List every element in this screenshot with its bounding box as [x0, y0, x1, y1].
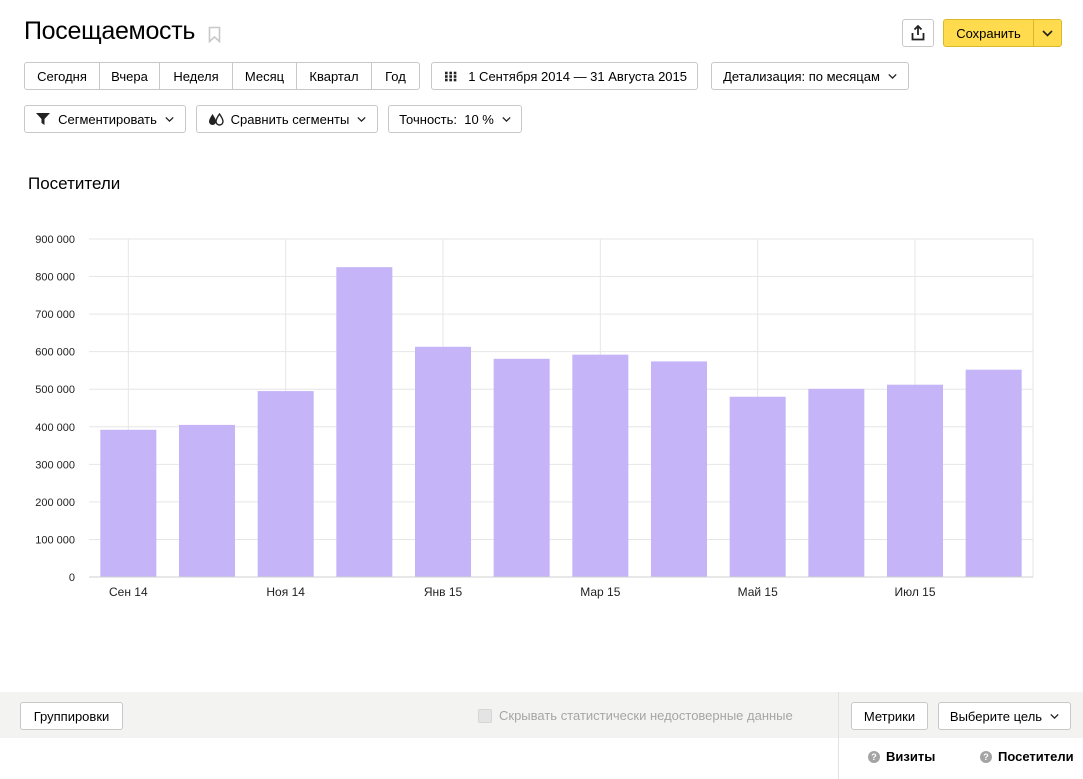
y-tick-label: 100 000 [35, 534, 75, 546]
y-tick-label: 400 000 [35, 422, 75, 434]
date-range-label: 1 Сентября 2014 — 31 Августа 2015 [468, 68, 687, 84]
save-button[interactable]: Сохранить [943, 19, 1034, 47]
bar [179, 424, 235, 577]
compare-label: Сравнить сегменты [230, 111, 350, 127]
bar [887, 384, 943, 577]
period-selector: Сегодня Вчера Неделя Месяц Квартал Год [24, 62, 420, 90]
bar [651, 361, 707, 577]
checkbox-box[interactable] [478, 708, 492, 723]
period-quarter[interactable]: Квартал [297, 63, 372, 89]
accuracy-label: Точность: 10 % [399, 111, 494, 127]
y-tick-label: 500 000 [35, 384, 75, 396]
chevron-down-icon [502, 116, 511, 122]
bar [729, 396, 786, 577]
metrics-button[interactable]: Метрики [851, 702, 928, 730]
chevron-down-icon [888, 73, 897, 79]
filter-icon [36, 113, 51, 125]
save-button-label: Сохранить [956, 25, 1021, 41]
bar [965, 369, 1022, 577]
x-tick-label: Янв 15 [424, 585, 463, 599]
goal-label: Выберите цель [949, 708, 1043, 724]
chevron-down-icon [357, 116, 366, 122]
calendar-icon [445, 71, 457, 81]
accuracy-dropdown[interactable]: Точность: 10 % [388, 105, 522, 133]
detail-dropdown[interactable]: Детализация: по месяцам [711, 62, 909, 90]
metrics-label: Метрики [863, 708, 916, 724]
chart-title: Посетители [28, 174, 121, 193]
y-tick-label: 700 000 [35, 309, 75, 321]
goal-dropdown[interactable]: Выберите цель [938, 702, 1071, 730]
period-month[interactable]: Месяц [233, 63, 297, 89]
page-title: Посещаемость [24, 17, 196, 45]
y-tick-label: 900 000 [35, 234, 75, 246]
chevron-down-icon [1050, 713, 1059, 719]
period-yesterday[interactable]: Вчера [100, 63, 160, 89]
bar [336, 267, 393, 577]
hide-unreliable-checkbox[interactable]: Скрывать статистически недостоверные дан… [478, 708, 793, 723]
bar [808, 388, 865, 577]
x-tick-label: Июл 15 [894, 585, 935, 599]
bar [257, 391, 314, 577]
bar [100, 429, 157, 577]
compare-drops-icon [208, 112, 224, 126]
bar [572, 354, 629, 577]
period-today[interactable]: Сегодня [25, 63, 100, 89]
column-visitors-label: Посетители [998, 749, 1074, 764]
help-icon[interactable]: ? [868, 750, 880, 763]
x-tick-label: Май 15 [738, 585, 779, 599]
bar [415, 346, 471, 577]
bookmark-icon[interactable] [208, 26, 221, 43]
x-tick-label: Мар 15 [580, 585, 620, 599]
column-visits-label: Визиты [886, 749, 936, 764]
compare-segments-dropdown[interactable]: Сравнить сегменты [196, 105, 378, 133]
chevron-down-icon [1042, 29, 1053, 37]
divider [838, 692, 839, 779]
x-tick-label: Сен 14 [109, 585, 148, 599]
hide-unreliable-label: Скрывать статистически недостоверные дан… [499, 708, 793, 723]
y-tick-label: 0 [69, 572, 75, 584]
detail-label: Детализация: по месяцам [723, 68, 880, 84]
chevron-down-icon [165, 116, 174, 122]
y-tick-label: 200 000 [35, 497, 75, 509]
column-header-visitors[interactable]: ? Посетители [980, 749, 1074, 764]
y-tick-label: 300 000 [35, 459, 75, 471]
share-icon [911, 25, 925, 41]
date-range-picker[interactable]: 1 Сентября 2014 — 31 Августа 2015 [431, 62, 698, 90]
visitors-bar-chart: 0 100 000 200 000 300 000 400 000 500 000 600 … [35, 234, 1034, 599]
groupings-button[interactable]: Группировки [20, 702, 123, 730]
period-week[interactable]: Неделя [160, 63, 233, 89]
y-tick-label: 800 000 [35, 272, 75, 284]
save-options-button[interactable] [1033, 19, 1062, 47]
groupings-label: Группировки [33, 708, 110, 724]
x-tick-label: Ноя 14 [266, 585, 305, 599]
export-button[interactable] [902, 19, 934, 47]
segment-dropdown[interactable]: Сегментировать [24, 105, 186, 133]
help-icon[interactable]: ? [980, 750, 992, 763]
y-tick-label: 600 000 [35, 347, 75, 359]
column-header-visits[interactable]: ? Визиты [868, 749, 935, 764]
segment-label: Сегментировать [58, 111, 157, 127]
period-year[interactable]: Год [372, 63, 419, 89]
bar [493, 358, 550, 577]
